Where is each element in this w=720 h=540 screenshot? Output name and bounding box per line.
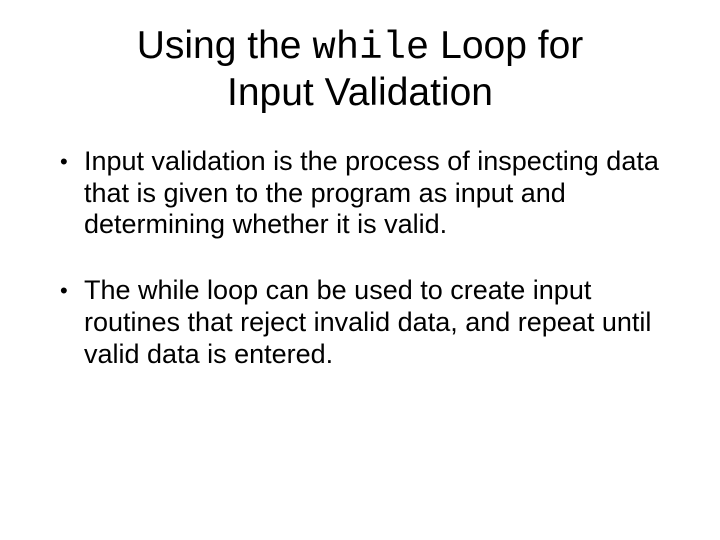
slide-title: Using the while Loop for Input Validatio…	[36, 24, 684, 116]
title-pre: Using the	[137, 24, 313, 67]
list-item: Input validation is the process of inspe…	[44, 146, 676, 242]
slide: Using the while Loop for Input Validatio…	[0, 0, 720, 540]
title-code: while	[312, 26, 429, 70]
bullet-list: Input validation is the process of inspe…	[36, 146, 684, 371]
title-line2: Input Validation	[36, 71, 684, 116]
title-post: Loop for	[429, 24, 583, 67]
list-item: The while loop can be used to create inp…	[44, 275, 676, 371]
